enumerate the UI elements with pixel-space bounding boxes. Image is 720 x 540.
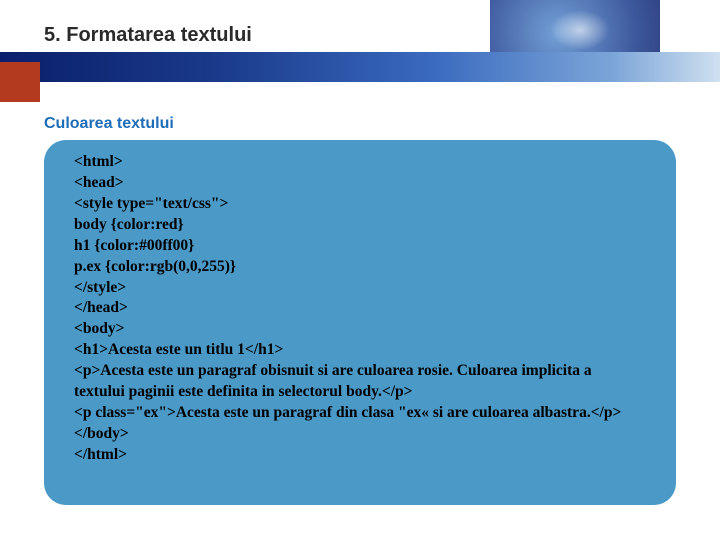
code-line: <h1>Acesta este un titlu 1</h1> xyxy=(74,340,646,361)
code-line: <body> xyxy=(74,319,646,340)
page-title: 5. Formatarea textului xyxy=(44,24,252,47)
code-line: <head> xyxy=(74,173,646,194)
accent-block xyxy=(0,62,40,102)
code-line: p.ex {color:rgb(0,0,255)} xyxy=(74,257,646,278)
code-line: body {color:red} xyxy=(74,215,646,236)
code-line: </style> xyxy=(74,278,646,299)
code-example-block: <html> <head> <style type="text/css"> bo… xyxy=(44,140,676,505)
code-line: <p>Acesta este un paragraf obisnuit si a… xyxy=(74,361,646,403)
code-line: </head> xyxy=(74,298,646,319)
code-line: <style type="text/css"> xyxy=(74,194,646,215)
code-line: <html> xyxy=(74,152,646,173)
code-line: </body> xyxy=(74,424,646,445)
code-line: h1 {color:#00ff00} xyxy=(74,236,646,257)
code-line: <p class="ex">Acesta este un paragraf di… xyxy=(74,403,646,424)
section-subtitle: Culoarea textului xyxy=(44,115,174,133)
header-stripe xyxy=(0,52,720,82)
code-line: </html> xyxy=(74,445,646,466)
